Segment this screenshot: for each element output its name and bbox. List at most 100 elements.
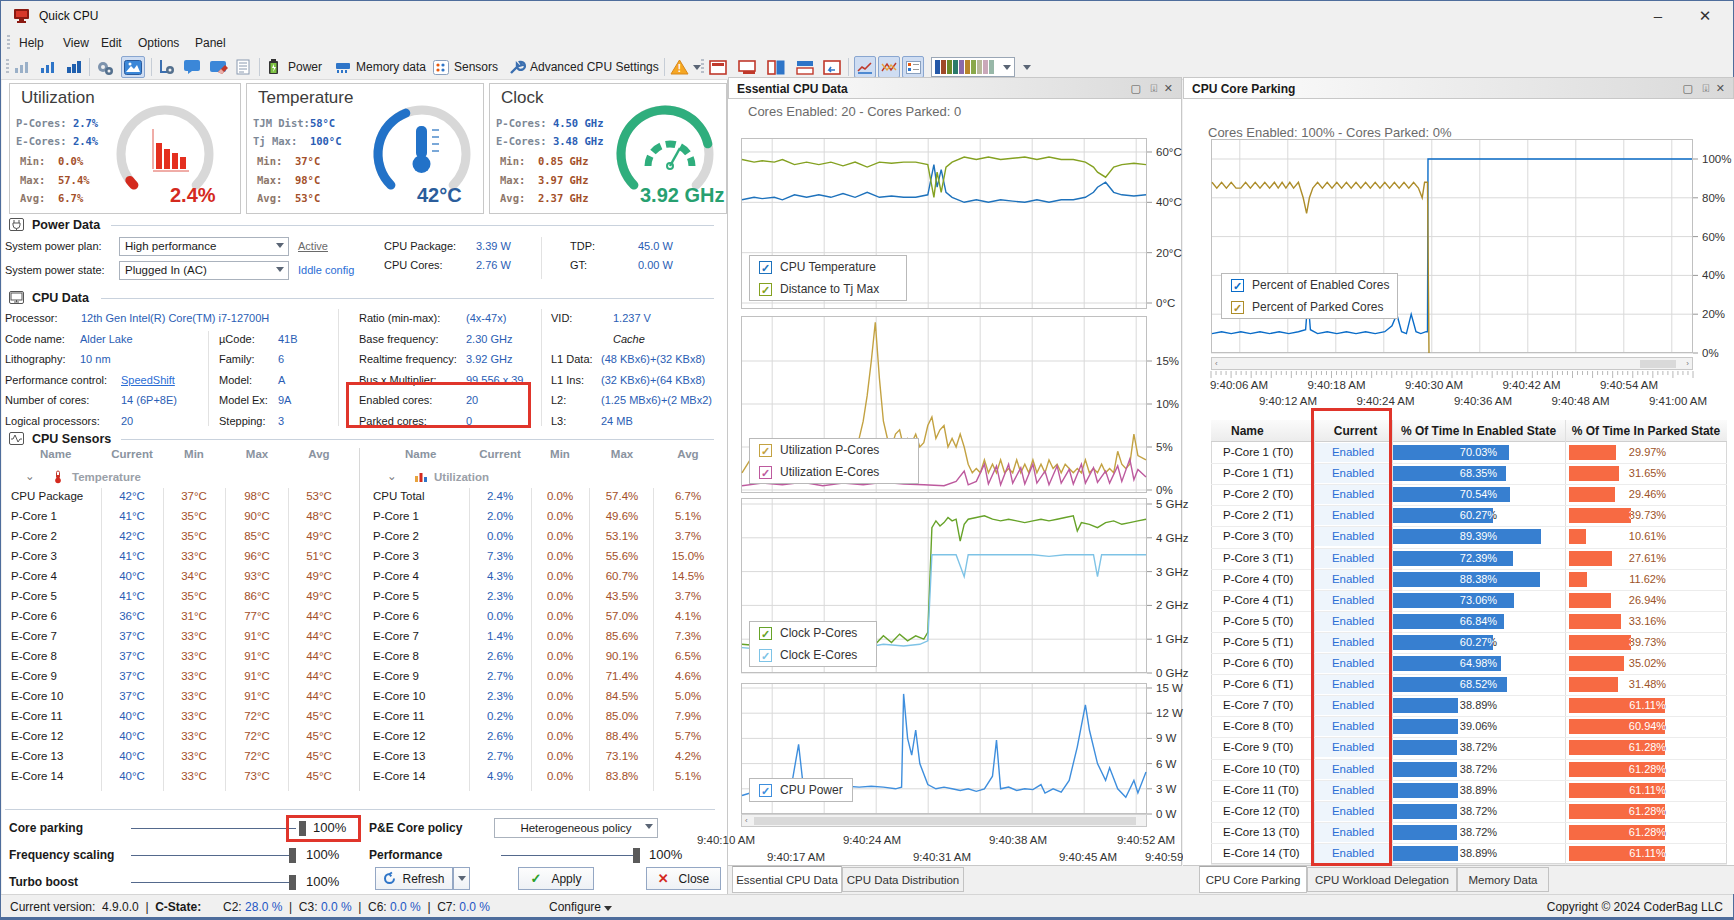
svg-text:5 GHz: 5 GHz (1156, 498, 1189, 510)
parking-row-name: E-Core 9 (T0) (1223, 741, 1293, 753)
performance-thumb[interactable] (633, 848, 640, 863)
legend-item[interactable]: ✓CPU Temperature (750, 256, 906, 278)
apply-button[interactable]: ✓Apply (518, 867, 594, 890)
legend-item[interactable]: ✓Utilization P-Cores (750, 439, 918, 461)
close-action-button[interactable]: ✕Close (646, 867, 721, 890)
legend-checkbox[interactable]: ✓ (759, 466, 772, 479)
minimize-button[interactable]: – (1638, 5, 1678, 27)
legend-item[interactable]: ✓Distance to Tj Max (750, 278, 906, 300)
legend-checkbox[interactable]: ✓ (759, 261, 772, 274)
legend-item[interactable]: ✓CPU Power (750, 779, 852, 801)
cstate-value: 28.0 % (245, 900, 282, 914)
memory-data-button[interactable]: Memory data (335, 56, 426, 78)
legend-item[interactable]: ✓Clock P-Cores (750, 622, 876, 644)
panel-layout-3-icon[interactable] (767, 56, 785, 78)
idle-config-link[interactable]: Iddle config (298, 264, 354, 276)
warning-icon[interactable]: ! (670, 56, 701, 78)
slider-track[interactable] (131, 855, 296, 856)
legend-checkbox[interactable]: ✓ (759, 627, 772, 640)
cpu-data-label: VID: (551, 312, 572, 324)
cpu-data-value: 9A (278, 394, 291, 406)
power-button[interactable]: Power (267, 56, 322, 78)
slider-track[interactable] (131, 828, 296, 829)
window-title: Quick CPU (39, 9, 98, 23)
legend-checkbox[interactable]: ✓ (759, 283, 772, 296)
image-view-icon[interactable] (121, 56, 145, 78)
performance-track[interactable] (501, 855, 639, 856)
legend-item[interactable]: ✓Percent of Parked Cores (1222, 296, 1397, 318)
sensors-col2-max: Max (592, 448, 652, 460)
refresh-button[interactable]: Refresh (375, 867, 453, 890)
sensors-group-chevron[interactable]: ⌄ (25, 469, 35, 483)
parking-enabled-bar: 64.98%64.98% (1393, 656, 1564, 671)
menu-edit[interactable]: Edit (95, 34, 128, 52)
settings-gears-icon[interactable] (95, 56, 115, 78)
pe-core-policy-select[interactable]: Heterogeneous policy (494, 818, 658, 838)
tab-essential-cpu-data[interactable]: Essential CPU Data (732, 866, 842, 893)
mid-time-label: 9:40:52 AM (1101, 834, 1191, 846)
maximize-icon[interactable]: ▢ (1683, 82, 1693, 95)
sensor-value: 49°C (289, 570, 349, 582)
axis-settings-icon[interactable] (157, 56, 176, 78)
line-chart-toggle-icon[interactable] (854, 56, 876, 78)
tab-cpu-core-parking[interactable]: CPU Core Parking (1199, 866, 1307, 893)
slider-thumb[interactable] (289, 848, 296, 863)
parking-time-label2: 9:40:36 AM (1438, 395, 1528, 407)
pin-icon[interactable]: ⍗ (1702, 82, 1709, 95)
cpu-data-label: Performance control: (5, 374, 107, 386)
svg-text:0%: 0% (1702, 347, 1719, 359)
legend-checkbox[interactable]: ✓ (1231, 301, 1244, 314)
pin-icon[interactable]: ⍗ (1150, 82, 1157, 95)
menu-view[interactable]: View (57, 34, 95, 52)
maximize-icon[interactable]: ▢ (1131, 82, 1141, 95)
panel-layout-1-icon[interactable] (709, 56, 727, 78)
panel-layout-2-icon[interactable] (738, 56, 756, 78)
slider-track[interactable] (131, 882, 296, 883)
palette-dropdown[interactable] (931, 57, 1015, 77)
eraser-icon[interactable] (209, 56, 228, 78)
sensor-value: 42°C (102, 530, 162, 542)
parking-enabled-bar: 38.72%38.72% (1393, 740, 1564, 755)
legend-item[interactable]: ✓Percent of Enabled Cores (1222, 274, 1397, 296)
sensor-value: 15.0% (658, 550, 718, 562)
legend-checkbox[interactable]: ✓ (1231, 279, 1244, 292)
close-button[interactable]: ✕ (1685, 5, 1725, 27)
legend-checkbox[interactable]: ✓ (759, 444, 772, 457)
advanced-cpu-settings-button[interactable]: Advanced CPU Settings (509, 56, 659, 78)
refresh-dropdown[interactable] (453, 867, 470, 890)
menu-help[interactable]: Help (13, 34, 50, 52)
close-panel-icon[interactable]: ✕ (1164, 82, 1173, 95)
slider-thumb[interactable] (289, 875, 296, 890)
toolbar-overflow-arrow[interactable] (1023, 56, 1031, 78)
undo-panel-icon[interactable] (823, 56, 841, 78)
sensor-value: 0.0% (530, 530, 590, 542)
power-state-select[interactable]: Plugged In (AC) (119, 261, 289, 280)
multi-line-chart-toggle-icon[interactable] (878, 56, 900, 78)
tab-cpu-workload-delegation[interactable]: CPU Workload Delegation (1307, 867, 1457, 892)
cpu-data-value[interactable]: SpeedShift (121, 374, 175, 386)
cpu-data-value: 20 (121, 415, 133, 427)
active-link[interactable]: Active (298, 240, 328, 252)
legend-checkbox[interactable]: ✓ (759, 649, 772, 662)
tab-memory-data[interactable]: Memory Data (1457, 867, 1549, 892)
power-plan-select[interactable]: High performance (119, 237, 289, 256)
chart-large-icon[interactable] (65, 56, 83, 78)
close-panel-icon[interactable]: ✕ (1716, 82, 1725, 95)
legend-item[interactable]: ✓Clock E-Cores (750, 644, 876, 666)
sensors-group-chevron[interactable]: ⌄ (387, 469, 397, 483)
sensor-value: 33°C (164, 770, 224, 782)
legend-toggle-icon[interactable] (902, 56, 924, 78)
tab-cpu-data-distribution[interactable]: CPU Data Distribution (842, 867, 964, 892)
cpu-data-value: (1.25 MBx6)+(2 MBx2) (601, 394, 712, 406)
chart-small-icon[interactable] (13, 56, 31, 78)
sensors-button[interactable]: Sensors (433, 56, 498, 78)
legend-checkbox[interactable]: ✓ (759, 784, 772, 797)
menu-panel[interactable]: Panel (189, 34, 232, 52)
panel-layout-4-icon[interactable] (796, 56, 814, 78)
report-icon[interactable] (235, 56, 251, 78)
comment-icon[interactable] (183, 56, 202, 78)
menu-options[interactable]: Options (132, 34, 185, 52)
legend-item[interactable]: ✓Utilization E-Cores (750, 461, 918, 483)
configure-button[interactable]: Configure (549, 900, 612, 914)
chart-medium-icon[interactable] (39, 56, 57, 78)
